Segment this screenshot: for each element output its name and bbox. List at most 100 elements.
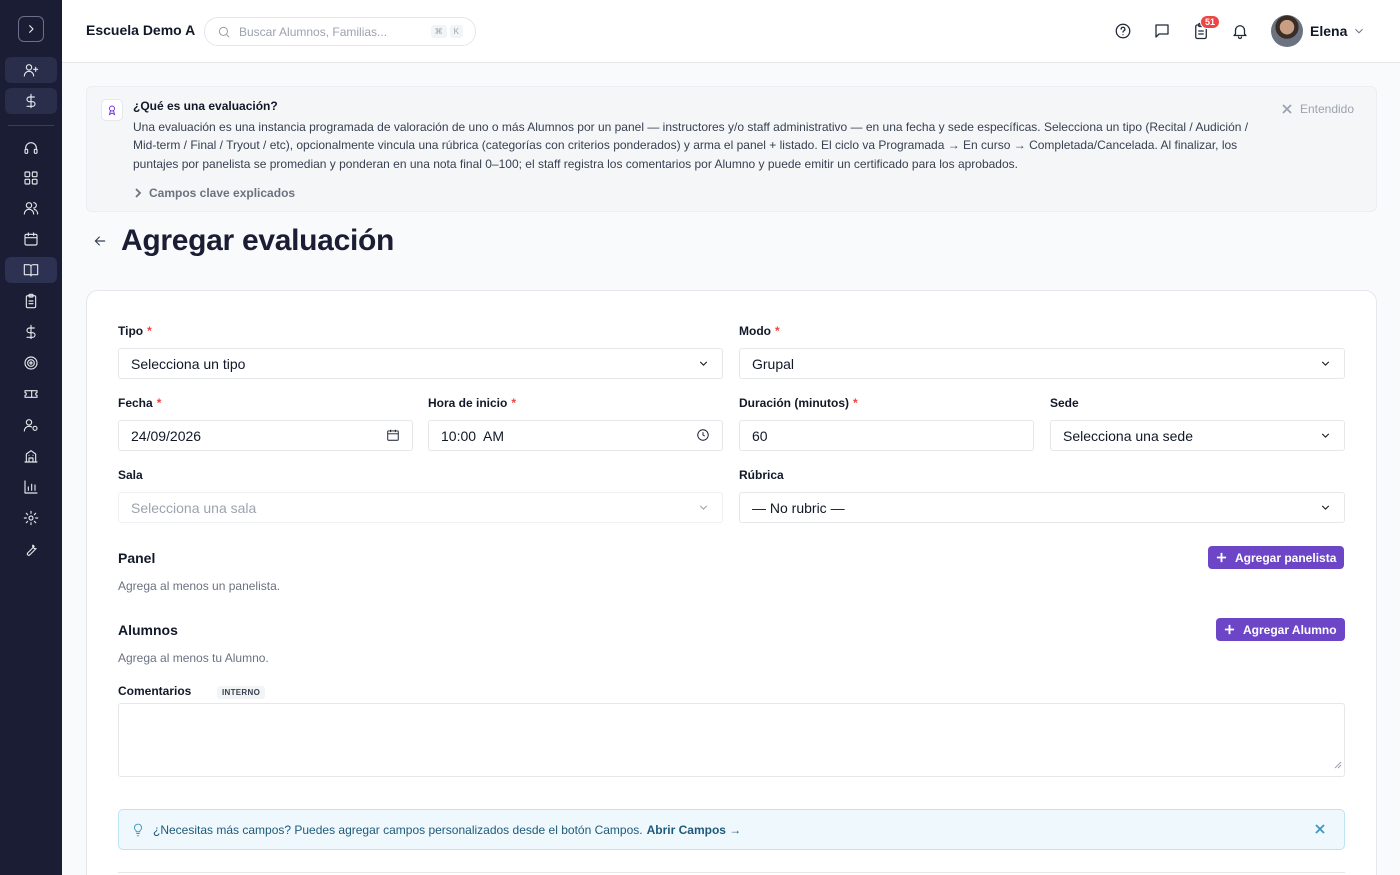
chevron-down-icon xyxy=(697,357,710,373)
info-banner: ¿Qué es una evaluación? Una evaluación e… xyxy=(86,86,1377,212)
messages-button[interactable] xyxy=(1152,21,1172,41)
plus-icon xyxy=(1224,624,1235,635)
resize-handle-icon[interactable] xyxy=(1334,756,1342,774)
clock-icon[interactable] xyxy=(696,428,710,445)
sede-select[interactable]: Selecciona una sede xyxy=(1050,420,1345,451)
fecha-label: Fecha * xyxy=(118,396,162,410)
sidebar-item-dashboard[interactable] xyxy=(5,165,57,191)
sidebar-item-evaluations[interactable] xyxy=(5,288,57,314)
sidebar-item-classes[interactable] xyxy=(5,257,57,283)
chevron-down-icon xyxy=(697,501,710,517)
help-button[interactable] xyxy=(1113,21,1133,41)
sala-label: Sala xyxy=(118,468,143,482)
sala-select[interactable]: Selecciona una sala xyxy=(118,492,723,523)
evaluation-form: Tipo * Selecciona un tipo Modo * Grupal Fe… xyxy=(86,290,1377,875)
sidebar-item-people[interactable] xyxy=(5,195,57,221)
fecha-input[interactable]: 24/09/2026 xyxy=(118,420,413,451)
school-name: Escuela Demo A xyxy=(86,22,196,38)
notifications-button[interactable] xyxy=(1230,21,1250,41)
search-input[interactable] xyxy=(239,24,429,39)
sidebar-item-billing[interactable] xyxy=(5,88,57,114)
sidebar-item-school[interactable] xyxy=(5,443,57,469)
sidebar-item-calendar[interactable] xyxy=(5,226,57,252)
custom-fields-tip: ¿Necesitas más campos? Puedes agregar ca… xyxy=(118,809,1345,850)
sidebar-divider xyxy=(8,125,54,126)
duracion-label: Duración (minutos) * xyxy=(739,396,858,410)
user-menu-toggle[interactable] xyxy=(1352,24,1366,43)
clipboard-icon xyxy=(25,293,37,309)
global-search[interactable]: ⌘ K xyxy=(204,17,476,46)
top-header: Escuela Demo A ⌘ K 51 Elena xyxy=(62,0,1400,63)
tip-text: ¿Necesitas más campos? Puedes agregar ca… xyxy=(153,822,643,837)
chevron-right-icon xyxy=(29,25,34,33)
add-panelist-button[interactable]: Agregar panelista xyxy=(1208,546,1345,569)
shortcut-key-cmd: ⌘ xyxy=(430,25,447,38)
close-icon xyxy=(1315,824,1325,834)
sidebar-item-staff[interactable] xyxy=(5,412,57,438)
info-dismiss-button[interactable]: Entendido xyxy=(1282,102,1354,116)
internal-badge: INTERNO xyxy=(217,686,266,699)
back-button[interactable] xyxy=(92,233,108,254)
wrench-icon xyxy=(26,544,37,556)
sidebar-item-support[interactable] xyxy=(5,135,57,161)
sidebar xyxy=(0,0,62,875)
sidebar-toggle-button[interactable] xyxy=(18,16,44,42)
sidebar-item-tickets[interactable] xyxy=(5,381,57,407)
plus-icon xyxy=(1216,552,1227,563)
sidebar-item-add-user[interactable] xyxy=(5,57,57,83)
calendar-icon[interactable] xyxy=(386,428,400,445)
award-icon xyxy=(101,99,123,121)
info-banner-body: Una evaluación es una instancia programa… xyxy=(133,120,1249,171)
calendar-icon xyxy=(24,232,38,246)
chevron-down-icon xyxy=(1319,501,1332,517)
search-icon xyxy=(218,26,230,38)
rubrica-label: Rúbrica xyxy=(739,468,784,482)
comentarios-label: Comentarios xyxy=(118,684,192,698)
search-shortcut: ⌘ K xyxy=(430,25,463,38)
chevron-down-icon xyxy=(1319,429,1332,445)
panel-hint: Agrega al menos un panelista. xyxy=(118,579,281,593)
bar-chart-icon xyxy=(24,480,38,494)
user-name[interactable]: Elena xyxy=(1310,23,1347,39)
message-square-icon xyxy=(1155,24,1169,38)
tip-close-button[interactable] xyxy=(1314,823,1326,838)
alumnos-hint: Agrega al menos tu Alumno. xyxy=(118,651,269,665)
sidebar-item-settings[interactable] xyxy=(5,505,57,531)
add-student-button[interactable]: Agregar Alumno xyxy=(1216,618,1345,641)
hora-value: 10:00 AM xyxy=(441,427,505,444)
duracion-value: 60 xyxy=(752,427,768,444)
hora-label: Hora de inicio * xyxy=(428,396,517,410)
gear-icon xyxy=(23,510,39,526)
fecha-value: 24/09/2026 xyxy=(131,427,202,444)
rubrica-select[interactable]: — No rubric — xyxy=(739,492,1345,523)
tipo-label: Tipo * xyxy=(118,324,152,338)
close-icon xyxy=(1282,104,1292,114)
building-icon xyxy=(24,450,38,463)
rubrica-value: — No rubric — xyxy=(752,499,845,516)
headset-icon xyxy=(24,142,38,154)
sidebar-item-payments[interactable] xyxy=(5,319,57,345)
info-dismiss-label: Entendido xyxy=(1299,102,1354,116)
tasks-count-badge: 51 xyxy=(1200,15,1221,29)
user-avatar[interactable] xyxy=(1271,15,1303,47)
hora-input[interactable]: 10:00 AM xyxy=(428,420,723,451)
bell-icon xyxy=(1233,25,1247,40)
duracion-input[interactable]: 60 xyxy=(739,420,1034,451)
sidebar-item-reports[interactable] xyxy=(5,474,57,500)
dollar-icon xyxy=(26,324,36,340)
alumnos-section-title: Alumnos xyxy=(118,622,178,638)
user-plus-icon xyxy=(23,64,39,77)
chevron-right-icon xyxy=(135,188,142,198)
panel-section-title: Panel xyxy=(118,550,156,566)
comentarios-textarea[interactable] xyxy=(118,703,1345,777)
help-circle-icon xyxy=(1115,23,1131,39)
sidebar-item-goals[interactable] xyxy=(5,350,57,376)
tipo-select[interactable]: Selecciona un tipo xyxy=(118,348,723,379)
shortcut-key-k: K xyxy=(449,25,463,38)
open-fields-link[interactable]: Abrir Campos → xyxy=(647,823,742,837)
target-icon xyxy=(24,356,38,370)
sidebar-item-tools[interactable] xyxy=(5,536,57,562)
modo-select[interactable]: Grupal xyxy=(739,348,1345,379)
ticket-icon xyxy=(24,390,38,398)
key-fields-toggle[interactable]: Campos clave explicados xyxy=(133,186,295,200)
